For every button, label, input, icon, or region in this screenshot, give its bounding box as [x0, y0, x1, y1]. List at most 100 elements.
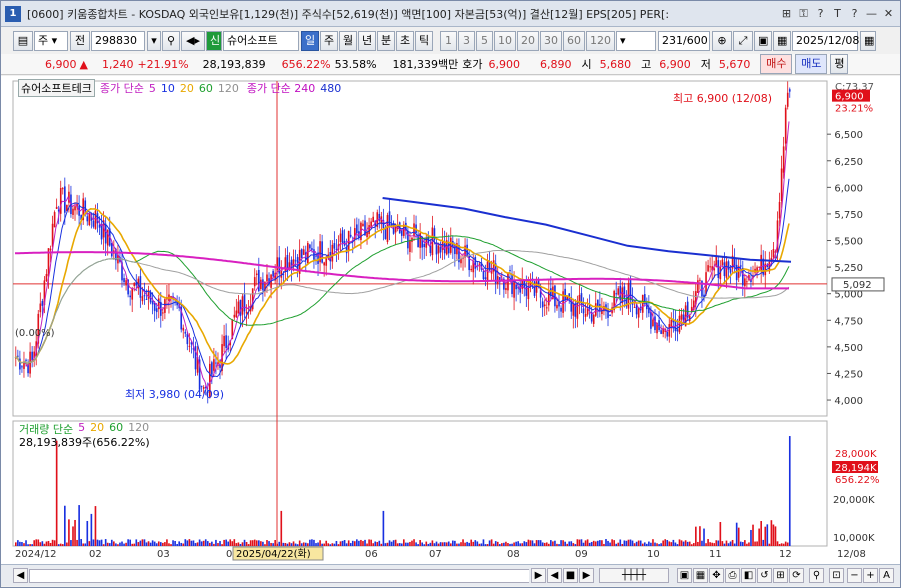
help-icon[interactable]: ?	[813, 6, 828, 21]
period-second[interactable]: 초	[396, 31, 414, 51]
market-select[interactable]: 주 ▾	[34, 31, 68, 51]
volume-bar	[568, 541, 571, 546]
settings-icon[interactable]: ▦	[773, 31, 791, 51]
close-icon[interactable]: ✕	[881, 6, 896, 21]
zoom-in-icon[interactable]: +	[863, 568, 878, 583]
draw-tool-icon[interactable]: ⤢	[733, 31, 753, 51]
volume-bar	[49, 542, 52, 546]
move-icon[interactable]: ✥	[709, 568, 724, 583]
candle-body	[654, 316, 656, 331]
interval-30[interactable]: 30	[540, 31, 562, 51]
zoom-icon[interactable]: ⊡	[829, 568, 844, 583]
volume-bar	[680, 540, 683, 546]
count-input[interactable]: 231/600	[658, 31, 710, 51]
print-icon[interactable]: ⎙	[725, 568, 740, 583]
flat-button[interactable]: 평	[830, 54, 849, 74]
candle-body	[55, 206, 58, 209]
text-icon[interactable]: T	[830, 6, 845, 21]
interval-input[interactable]: ▾	[616, 31, 656, 51]
price-tick-label: 6,250	[834, 157, 863, 168]
volume-bar	[507, 543, 509, 546]
date-input[interactable]: 2025/12/08	[792, 31, 859, 51]
code-dropdown-icon[interactable]: ▾	[147, 31, 161, 51]
volume-bar	[697, 541, 699, 546]
refresh-icon[interactable]: ⟳	[789, 568, 804, 583]
volume-bar	[768, 543, 771, 546]
link-icon[interactable]: ⊞	[779, 6, 794, 21]
interval-60[interactable]: 60	[563, 31, 585, 51]
candle-body	[45, 273, 48, 281]
sell-button[interactable]: 매도	[795, 54, 828, 74]
low-label: 저	[700, 58, 711, 71]
fit-icon[interactable]: ⊞	[773, 568, 788, 583]
volume-bar	[482, 539, 485, 546]
calendar-icon[interactable]: ▦	[860, 31, 876, 51]
interval-5[interactable]: 5	[476, 31, 493, 51]
scroll-left-icon[interactable]: ◀	[13, 568, 28, 583]
volume-bar	[358, 540, 360, 546]
volume-bar	[353, 541, 356, 546]
scrollbar-thumb[interactable]	[30, 570, 529, 582]
volume-bar	[737, 527, 740, 546]
interval-120[interactable]: 120	[586, 31, 615, 51]
magnify-icon[interactable]: ⚲	[809, 568, 824, 583]
reset-icon[interactable]: ↺	[757, 568, 772, 583]
period-year[interactable]: 년	[358, 31, 376, 51]
period-minute[interactable]: 분	[377, 31, 395, 51]
candle-body	[94, 210, 97, 229]
volume-bar	[562, 540, 564, 546]
scrollbar[interactable]	[29, 569, 529, 583]
minimize-icon[interactable]: —	[864, 6, 879, 21]
layout-icon[interactable]: ◧	[741, 568, 756, 583]
grid-icon[interactable]: ▦	[693, 568, 708, 583]
volume-bar	[376, 542, 379, 546]
search-icon[interactable]: ⚲	[162, 31, 180, 51]
interval-20[interactable]: 20	[517, 31, 539, 51]
scroll-right-icon[interactable]: ▶	[531, 568, 546, 583]
period-week[interactable]: 주	[320, 31, 338, 51]
volume-bar	[654, 542, 656, 546]
code-input[interactable]: 298830	[91, 31, 145, 51]
stop-icon[interactable]: ■	[563, 568, 578, 583]
interval-10[interactable]: 10	[494, 31, 516, 51]
candle-body	[582, 308, 585, 314]
candle-body	[331, 244, 334, 262]
prev-button[interactable]: 전	[70, 31, 90, 51]
volume-bar	[155, 543, 158, 546]
volume-bar	[699, 526, 701, 546]
price-chart[interactable]: 6,5006,2506,0005,7505,5005,2505,0004,750…	[1, 76, 900, 564]
lock-icon[interactable]: ⚿	[796, 6, 811, 21]
chart-menu-icon[interactable]: ▤	[13, 31, 33, 51]
volume-bar	[398, 543, 401, 546]
play-icon[interactable]: ▶	[579, 568, 594, 583]
crosshair-icon[interactable]: ⊕	[712, 31, 732, 51]
period-month[interactable]: 월	[339, 31, 357, 51]
candle-body	[466, 244, 468, 256]
volume-bar	[227, 541, 230, 546]
volume-bar	[264, 544, 266, 546]
volume-bar	[407, 542, 409, 546]
period-day[interactable]: 일	[301, 31, 319, 51]
zoom-slider-icon[interactable]: ┼┼┼┼	[599, 568, 669, 583]
volume-bar	[498, 544, 501, 546]
x-axis-label: 11	[709, 549, 722, 560]
vol-top-label: 28,000K	[835, 449, 877, 460]
volume-bar	[125, 542, 127, 546]
interval-3[interactable]: 3	[458, 31, 475, 51]
toolbox-icon[interactable]: ▣	[677, 568, 692, 583]
zoom-out-icon[interactable]: −	[847, 568, 862, 583]
pin-icon[interactable]: ?	[847, 6, 862, 21]
period-tick[interactable]: 틱	[415, 31, 433, 51]
sound-icon[interactable]: ◀▸	[181, 31, 205, 51]
current-price-label: 6,900	[835, 92, 864, 103]
price-tick-label: 5,250	[834, 263, 863, 274]
volume-bar	[202, 540, 205, 546]
volume-bar	[302, 542, 305, 546]
auto-icon[interactable]: A	[879, 568, 894, 583]
volume-bar	[605, 539, 607, 546]
buy-button[interactable]: 매수	[760, 54, 793, 74]
save-icon[interactable]: ▣	[754, 31, 772, 51]
volume-bar	[564, 541, 566, 546]
first-icon[interactable]: ◀	[547, 568, 562, 583]
interval-1[interactable]: 1	[440, 31, 457, 51]
